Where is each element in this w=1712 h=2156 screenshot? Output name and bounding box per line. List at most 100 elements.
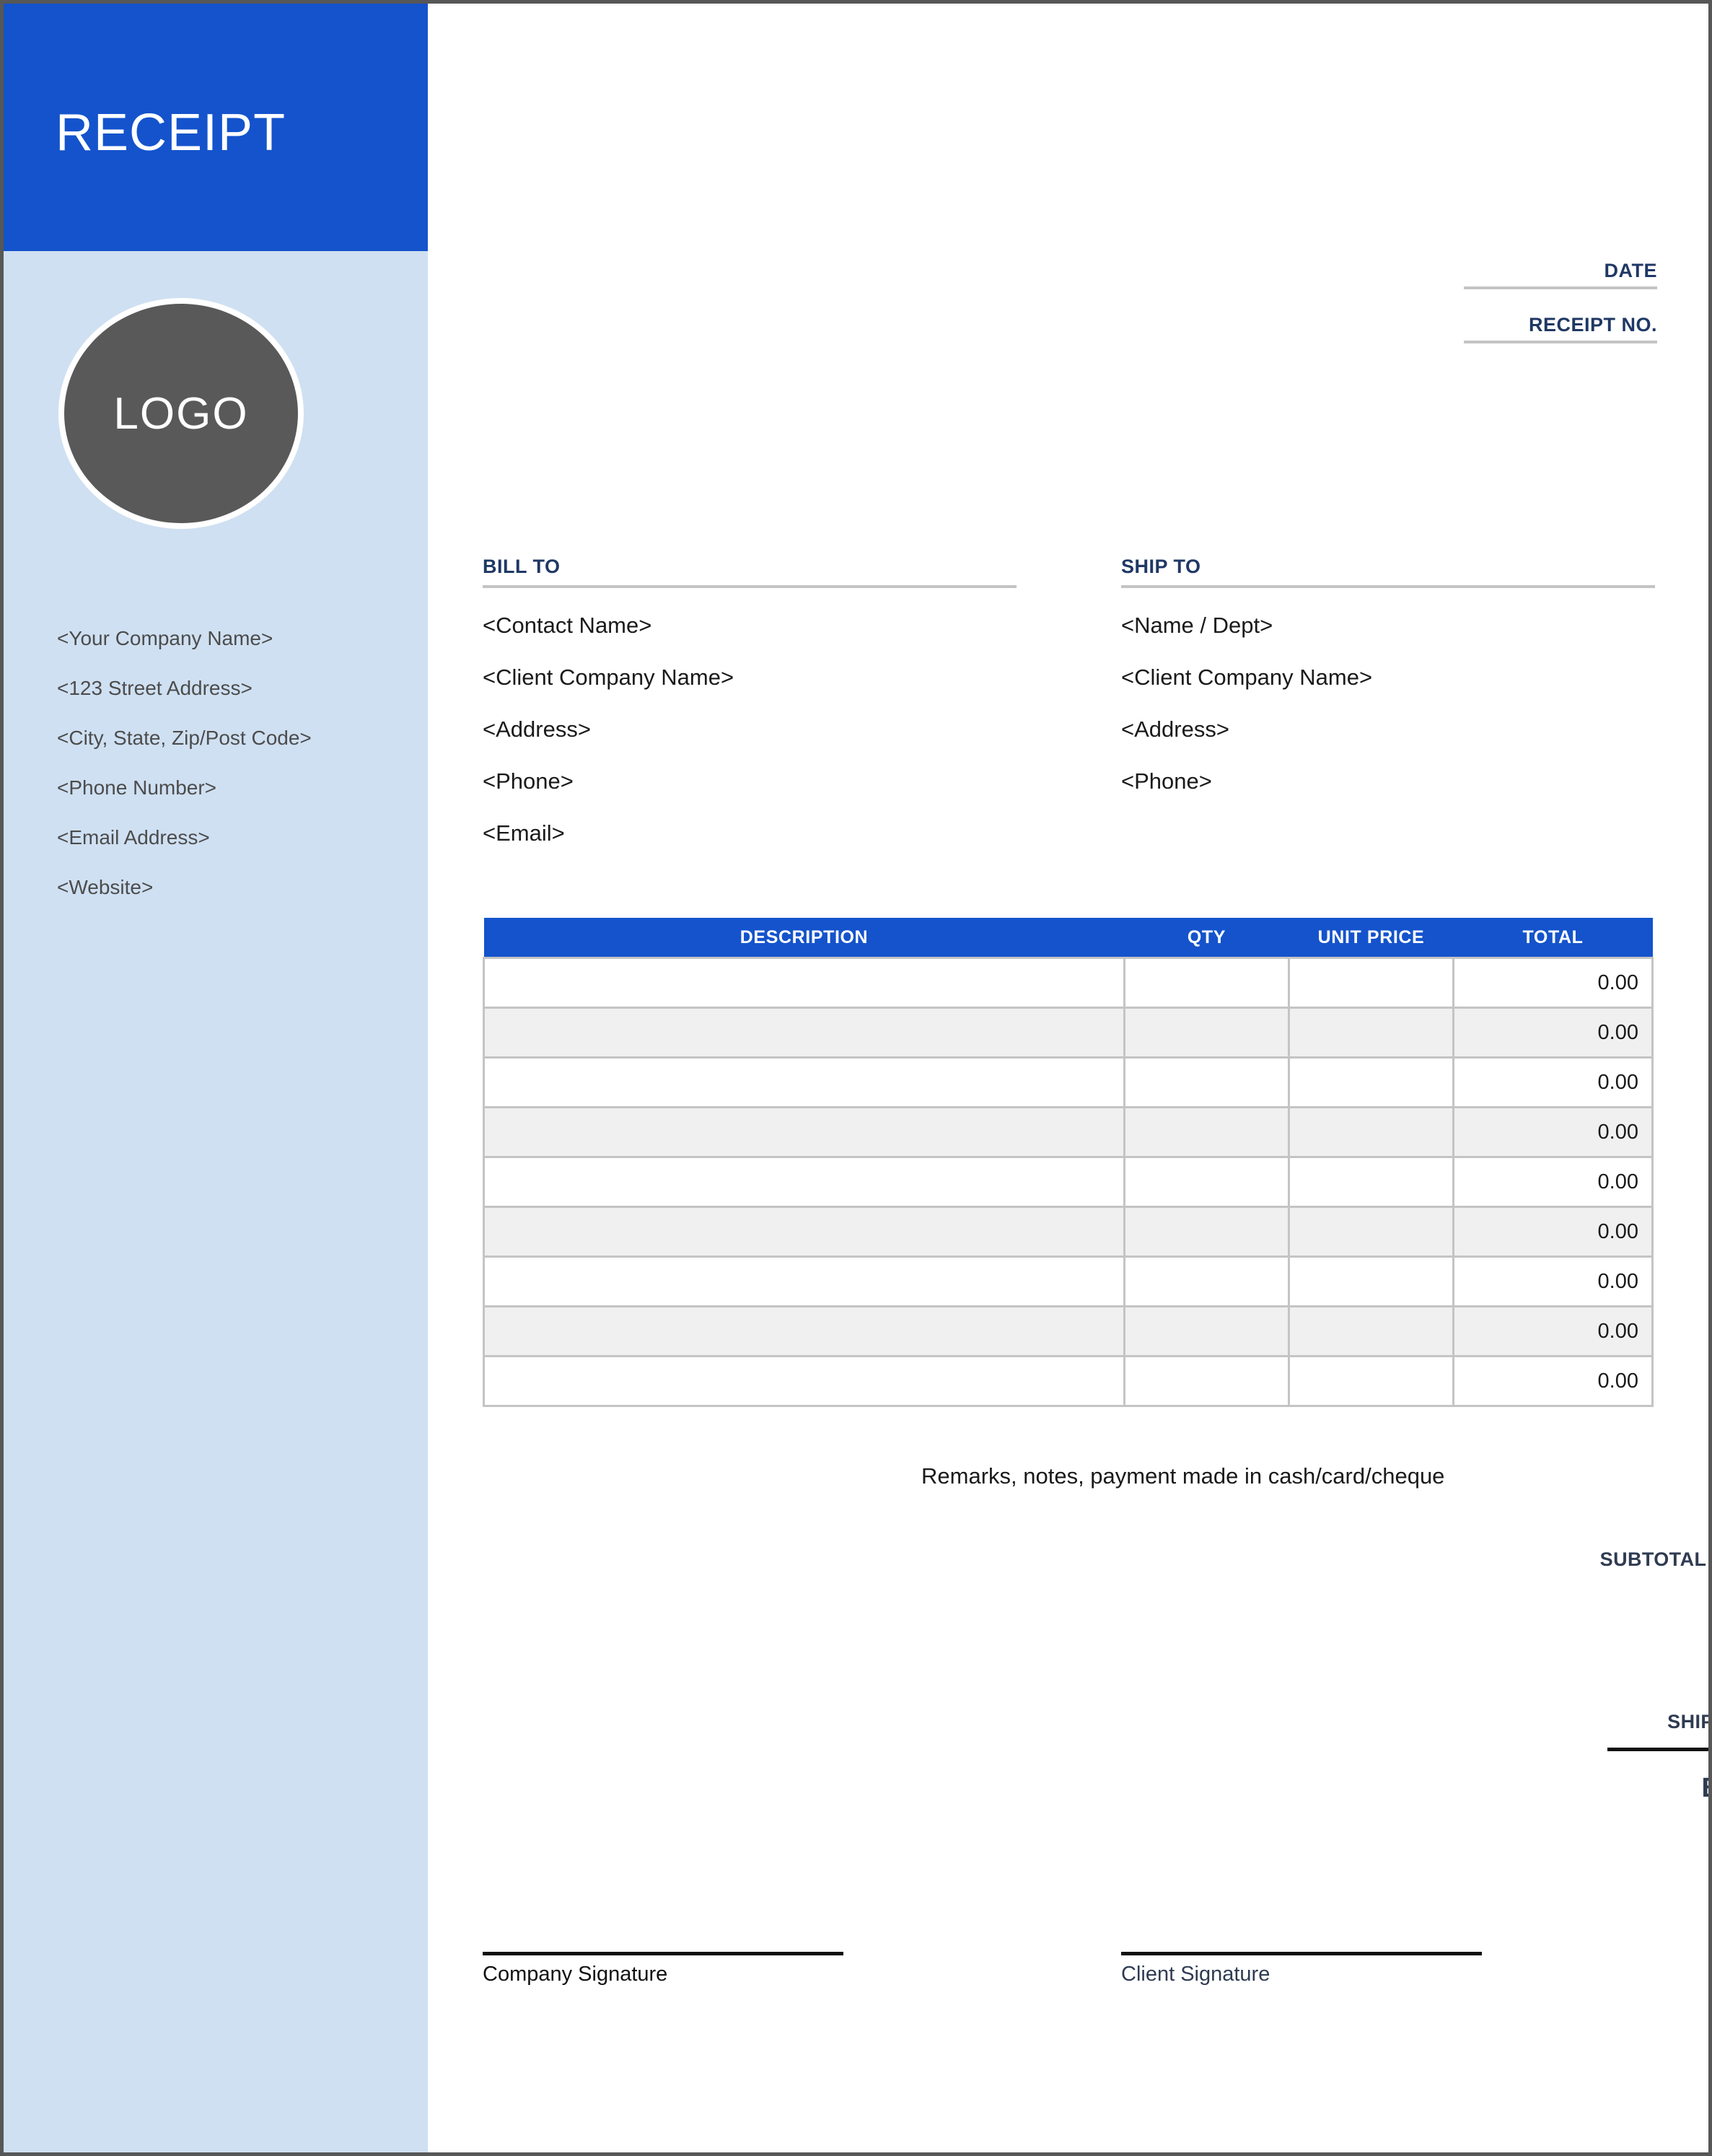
table-row[interactable]: 0.00: [483, 1256, 1654, 1307]
cell-description[interactable]: [483, 1206, 1125, 1258]
date-label: DATE: [1604, 260, 1657, 281]
table-header-row: DESCRIPTION QTY UNIT PRICE TOTAL: [483, 918, 1653, 958]
remarks-note[interactable]: Remarks, notes, payment made in cash/car…: [921, 1463, 1444, 1489]
cell-description[interactable]: [483, 957, 1125, 1009]
receipt-no-field[interactable]: RECEIPT NO.: [1464, 314, 1657, 343]
totals-section: SUBTOTAL 0.00 DISCOUNT 0.00 SUBTOTAL LES…: [1438, 1420, 1712, 1826]
cell-unit-price[interactable]: [1288, 1007, 1454, 1059]
cell-total: 0.00: [1452, 1106, 1654, 1158]
table-row[interactable]: 0.00: [483, 1305, 1654, 1357]
ship-to-company-name[interactable]: <Client Company Name>: [1121, 652, 1655, 704]
cell-qty[interactable]: [1123, 1206, 1290, 1258]
cell-unit-price[interactable]: [1288, 1355, 1454, 1407]
bill-to-address[interactable]: <Address>: [483, 704, 1017, 755]
company-street-line[interactable]: <123 Street Address>: [57, 663, 403, 713]
page-title: RECEIPT: [56, 104, 286, 162]
subtotal-less-discount-label: SUBTOTAL LESS DISCOUNT: [1599, 1548, 1708, 1570]
column-header-qty: QTY: [1124, 918, 1289, 958]
column-header-description: DESCRIPTION: [483, 918, 1125, 958]
cell-description[interactable]: [483, 1355, 1125, 1407]
company-signature-caption: Company Signature: [483, 1963, 668, 1986]
bill-to-email[interactable]: <Email>: [483, 807, 1017, 859]
cell-total: 0.00: [1452, 1305, 1654, 1357]
discount-row: DISCOUNT 0.00: [1438, 1474, 1708, 1528]
cell-qty[interactable]: [1123, 1007, 1290, 1059]
bill-to-block: BILL TO <Contact Name> <Client Company N…: [483, 556, 1017, 859]
cell-qty[interactable]: [1123, 1355, 1290, 1407]
cell-qty[interactable]: [1123, 1305, 1290, 1357]
tax-rate-row: TAX RATE 0.00%: [1438, 1582, 1708, 1636]
bill-to-heading: BILL TO: [483, 556, 1017, 588]
cell-qty[interactable]: [1123, 1156, 1290, 1208]
cell-description[interactable]: [483, 1305, 1125, 1357]
company-signature-line: [483, 1952, 843, 1955]
ship-to-name-dept[interactable]: <Name / Dept>: [1121, 600, 1655, 652]
line-items-header: DESCRIPTION QTY UNIT PRICE TOTAL: [483, 918, 1653, 958]
cell-qty[interactable]: [1123, 1106, 1290, 1158]
company-phone-line[interactable]: <Phone Number>: [57, 763, 403, 812]
logo-label: LOGO: [113, 388, 249, 439]
cell-description[interactable]: [483, 1156, 1125, 1208]
line-items-body: 0.00 0.00 0.00 0.00 0.00 0.00 0.00 0.00 …: [483, 957, 1654, 1407]
table-row[interactable]: 0.00: [483, 1106, 1654, 1158]
client-signature-caption: Client Signature: [1121, 1963, 1270, 1986]
cell-unit-price[interactable]: [1288, 957, 1454, 1009]
company-website-line[interactable]: <Website>: [57, 862, 403, 912]
bill-to-company-name[interactable]: <Client Company Name>: [483, 652, 1017, 704]
balance-paid-label: Balance Paid: [1607, 1748, 1708, 1826]
cell-unit-price[interactable]: [1288, 1106, 1454, 1158]
cell-unit-price[interactable]: [1288, 1305, 1454, 1357]
column-header-total: TOTAL: [1453, 918, 1653, 958]
company-name-line[interactable]: <Your Company Name>: [57, 613, 403, 663]
total-tax-row: TOTAL TAX 0.00: [1438, 1636, 1708, 1691]
client-signature-line: [1121, 1952, 1482, 1955]
date-field[interactable]: DATE: [1464, 260, 1657, 289]
subtotal-less-discount-row: SUBTOTAL LESS DISCOUNT 0.00: [1438, 1528, 1708, 1582]
receipt-no-label: RECEIPT NO.: [1528, 314, 1657, 336]
table-row[interactable]: 0.00: [483, 1355, 1654, 1407]
signatures-section: Company Signature Client Signature: [483, 1952, 1651, 2017]
cell-description[interactable]: [483, 1106, 1125, 1158]
cell-qty[interactable]: [1123, 1256, 1290, 1307]
cell-description[interactable]: [483, 1007, 1125, 1059]
bill-to-phone[interactable]: <Phone>: [483, 755, 1017, 807]
table-row[interactable]: 0.00: [483, 1007, 1654, 1059]
company-city-line[interactable]: <City, State, Zip/Post Code>: [57, 713, 403, 763]
cell-description[interactable]: [483, 1056, 1125, 1108]
cell-qty[interactable]: [1123, 957, 1290, 1009]
ship-to-address[interactable]: <Address>: [1121, 704, 1655, 755]
cell-total: 0.00: [1452, 1056, 1654, 1108]
cell-total: 0.00: [1452, 1156, 1654, 1208]
ship-to-phone[interactable]: <Phone>: [1121, 755, 1655, 807]
ship-to-block: SHIP TO <Name / Dept> <Client Company Na…: [1121, 556, 1655, 807]
table-row[interactable]: 0.00: [483, 1056, 1654, 1108]
company-email-line[interactable]: <Email Address>: [57, 812, 403, 862]
ship-to-lines: <Name / Dept> <Client Company Name> <Add…: [1121, 600, 1655, 807]
subtotal-row: SUBTOTAL 0.00: [1438, 1420, 1708, 1474]
sidebar-header-banner: RECEIPT: [4, 4, 428, 251]
cell-unit-price[interactable]: [1288, 1156, 1454, 1208]
client-signature-block[interactable]: Client Signature: [1121, 1952, 1482, 1986]
table-row[interactable]: 0.00: [483, 1206, 1654, 1258]
cell-unit-price[interactable]: [1288, 1056, 1454, 1108]
shipping-handling-label: SHIPPING/HANDLING: [1667, 1711, 1712, 1732]
shipping-handling-row: SHIPPING/HANDLING 0.00: [1438, 1691, 1712, 1745]
cell-total: 0.00: [1452, 1355, 1654, 1407]
cell-total: 0.00: [1452, 1256, 1654, 1307]
cell-unit-price[interactable]: [1288, 1256, 1454, 1307]
sidebar: RECEIPT LOGO <Your Company Name> <123 St…: [4, 4, 428, 2152]
cell-total: 0.00: [1452, 1007, 1654, 1059]
cell-description[interactable]: [483, 1256, 1125, 1307]
balance-paid-row: Balance Paid $ -: [1438, 1748, 1708, 1826]
table-row[interactable]: 0.00: [483, 957, 1654, 1009]
bill-to-contact-name[interactable]: <Contact Name>: [483, 600, 1017, 652]
cell-total: 0.00: [1452, 957, 1654, 1009]
receipt-page: RECEIPT LOGO <Your Company Name> <123 St…: [0, 0, 1712, 2156]
receipt-meta-block: DATE RECEIPT NO.: [1464, 260, 1657, 343]
bill-to-lines: <Contact Name> <Client Company Name> <Ad…: [483, 600, 1017, 859]
cell-qty[interactable]: [1123, 1056, 1290, 1108]
cell-unit-price[interactable]: [1288, 1206, 1454, 1258]
logo-placeholder[interactable]: LOGO: [58, 298, 304, 529]
table-row[interactable]: 0.00: [483, 1156, 1654, 1208]
company-signature-block[interactable]: Company Signature: [483, 1952, 843, 1986]
